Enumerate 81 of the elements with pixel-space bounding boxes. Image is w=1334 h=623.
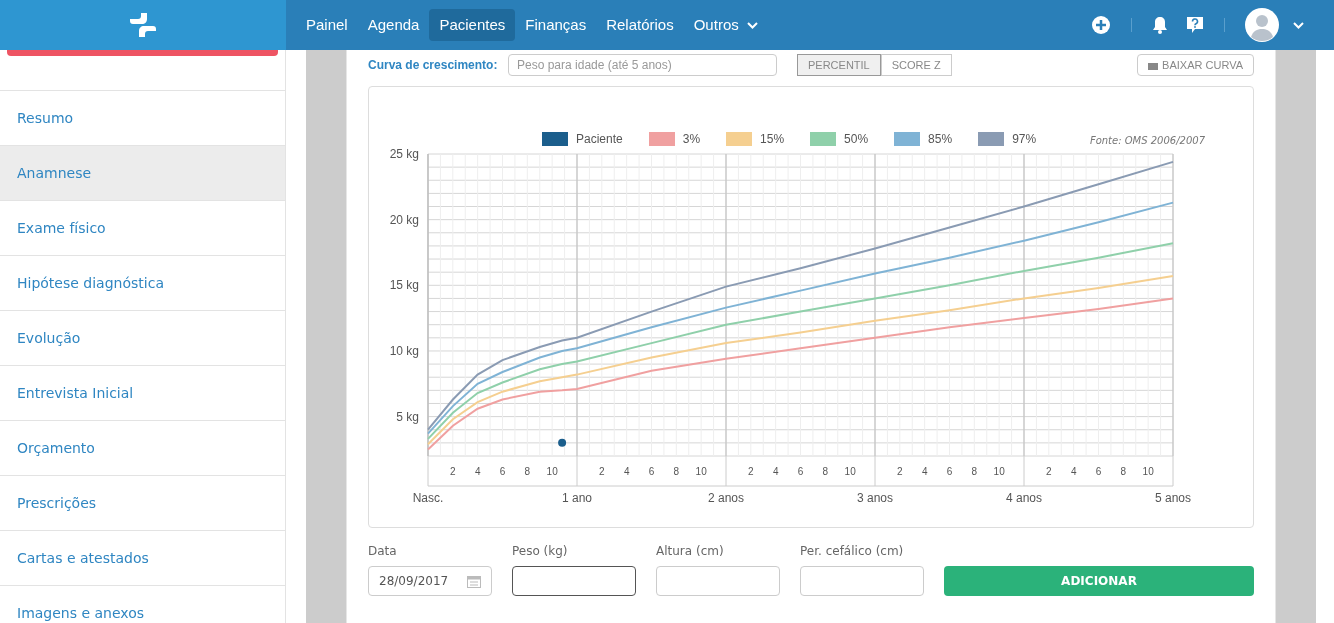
nav-tab[interactable]: Finanças [515, 9, 597, 41]
field-label: Data [368, 543, 398, 560]
legend-label: 85% [928, 131, 953, 148]
sidebar-item[interactable]: Entrevista Inicial [0, 366, 285, 421]
help-icon[interactable] [1186, 16, 1204, 34]
x-tick-label: 3 anos [857, 491, 893, 505]
mode-toggle[interactable]: PERCENTIL [797, 54, 881, 76]
legend-label: 15% [760, 131, 785, 148]
add-button[interactable]: ADICIONAR [944, 566, 1254, 596]
x-tick-label: 2 anos [708, 491, 744, 505]
month-label: 4 [1070, 466, 1077, 477]
sidebar-item[interactable]: Exame físico [0, 201, 285, 256]
x-tick-label: 4 anos [1006, 491, 1042, 505]
month-label: 10 [695, 466, 707, 477]
calendar-icon [467, 574, 481, 588]
x-tick-label: 1 ano [562, 491, 592, 505]
bell-icon[interactable] [1152, 16, 1168, 34]
month-label: 8 [673, 466, 680, 477]
legend-label: 3% [682, 131, 701, 148]
field-value: 28/09/2017 [379, 573, 450, 590]
legend-label: Paciente [576, 131, 623, 148]
month-label: 4 [921, 466, 928, 477]
avatar-icon[interactable] [1245, 8, 1279, 42]
month-label: 6 [946, 466, 953, 477]
sidebar-item[interactable]: Orçamento [0, 421, 285, 476]
add-icon[interactable] [1091, 15, 1111, 35]
month-label: 10 [993, 466, 1005, 477]
patient-point [558, 438, 567, 447]
month-label: 8 [1120, 466, 1127, 477]
field-label: Peso (kg) [512, 543, 569, 560]
nav-tab[interactable]: Pacientes [429, 9, 516, 41]
month-label: 4 [772, 466, 779, 477]
download-button[interactable]: BAIXAR CURVA [1137, 54, 1254, 76]
chevron-down-icon [1293, 21, 1304, 29]
month-label: 4 [474, 466, 481, 477]
month-label: 4 [623, 466, 630, 477]
sidebar-item[interactable]: Hipótese diagnóstica [0, 256, 285, 311]
y-tick-label: 15 kg [389, 278, 419, 293]
field-label: Per. cefálico (cm) [800, 543, 905, 560]
y-tick-label: 10 kg [389, 343, 419, 358]
sidebar-item[interactable]: Cartas e atestados [0, 531, 285, 586]
legend-label: 97% [1012, 131, 1037, 148]
month-label: 2 [599, 466, 605, 477]
source-note: Fonte: OMS 2006/2007 [1089, 134, 1205, 148]
month-label: 2 [748, 466, 754, 477]
month-label: 10 [1142, 466, 1154, 477]
month-label: 10 [844, 466, 856, 477]
chevron-down-icon [746, 21, 758, 29]
y-tick-label: 20 kg [389, 212, 419, 227]
curve-label: Curva de crescimento: [368, 57, 499, 74]
nav-tab[interactable]: Relatórios [596, 9, 684, 41]
field-label: Altura (cm) [656, 543, 725, 560]
month-label: 2 [897, 466, 903, 477]
month-label: 6 [499, 466, 506, 477]
sidebar-item[interactable]: Evolução [0, 311, 285, 366]
month-label: 8 [822, 466, 829, 477]
input-field[interactable] [512, 566, 636, 596]
download-icon [1148, 60, 1159, 70]
month-label: 8 [524, 466, 531, 477]
x-tick-label: Nasc. [412, 491, 444, 505]
y-tick-label: 5 kg [396, 409, 419, 424]
date-field[interactable]: 28/09/2017 [368, 566, 492, 596]
month-label: 2 [450, 466, 456, 477]
sidebar-item[interactable]: Imagens e anexos [0, 586, 285, 623]
x-tick-label: 5 anos [1155, 491, 1191, 505]
curve-select[interactable]: Peso para idade (até 5 anos) [508, 54, 777, 76]
month-label: 2 [1046, 466, 1052, 477]
month-label: 6 [1095, 466, 1102, 477]
y-tick-label: 25 kg [389, 147, 419, 161]
month-label: 6 [797, 466, 804, 477]
sidebar-item[interactable]: Prescrições [0, 476, 285, 531]
sidebar-item[interactable]: Anamnese [0, 146, 285, 201]
nav-tab[interactable]: Painel [296, 9, 358, 41]
month-label: 6 [648, 466, 655, 477]
month-label: 8 [971, 466, 978, 477]
mode-toggle[interactable]: SCORE Z [880, 54, 952, 76]
legend-label: 50% [844, 131, 869, 148]
logo-icon [129, 12, 157, 38]
month-label: 10 [546, 466, 558, 477]
nav-tab[interactable]: Agenda [357, 9, 430, 41]
nav-tab[interactable]: Outros [683, 9, 768, 41]
